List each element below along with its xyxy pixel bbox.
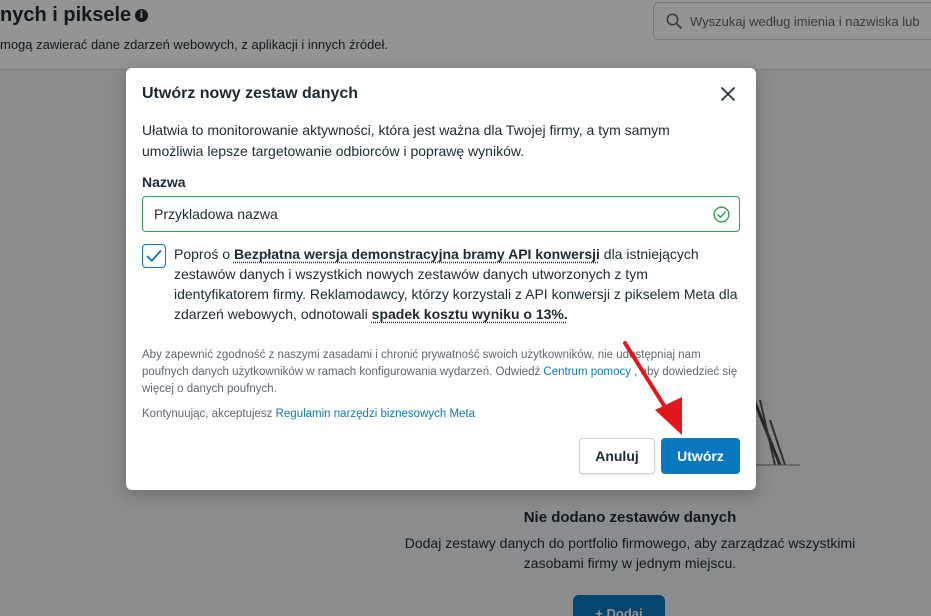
modal-description: Ułatwia to monitorowanie aktywności, któ…: [142, 122, 670, 159]
cost-reduction-link[interactable]: spadek kosztu wyniku o 13%.: [372, 306, 568, 322]
close-icon: [721, 86, 735, 101]
check-circle-icon: [713, 206, 730, 223]
conversions-api-link[interactable]: Bezpłatna wersja demonstracyjna bramy AP…: [234, 246, 600, 262]
create-button[interactable]: Utwórz: [661, 438, 740, 474]
checkmark-icon: [146, 250, 162, 262]
modal-title: Utwórz nowy zestaw danych: [142, 85, 359, 102]
terms-text: Kontynuując, akceptujesz: [142, 408, 276, 420]
consent-prefix: Poproś o: [174, 246, 234, 262]
name-input[interactable]: [143, 197, 703, 231]
terms-link[interactable]: Regulamin narzędzi biznesowych Meta: [276, 408, 475, 420]
consent-checkbox[interactable]: [142, 244, 166, 268]
red-arrow-annotation: [623, 341, 682, 435]
close-button[interactable]: [716, 83, 740, 107]
cancel-button[interactable]: Anuluj: [579, 438, 655, 474]
name-field[interactable]: [142, 196, 740, 232]
name-label: Nazwa: [142, 174, 186, 190]
consent-text: Poproś o Bezpłatna wersja demonstracyjna…: [174, 244, 744, 324]
